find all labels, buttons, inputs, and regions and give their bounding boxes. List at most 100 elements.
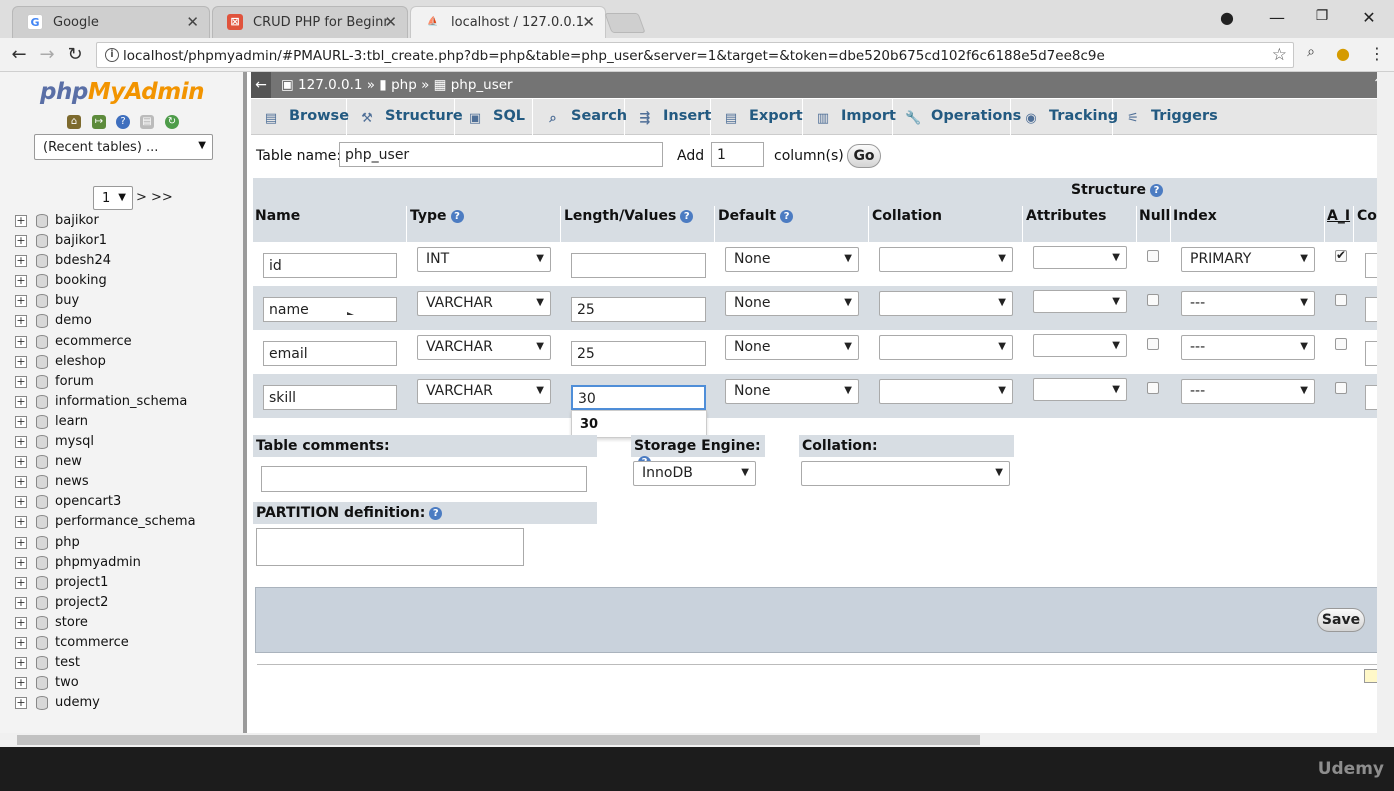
column-collation-select[interactable]: ▼ [879,335,1013,360]
database-name[interactable]: php [55,535,80,550]
expand-icon[interactable]: + [15,677,27,690]
database-item[interactable]: + buy [15,292,243,312]
close-window-button[interactable]: ✕ [1354,8,1384,27]
database-name[interactable]: ecommerce [55,334,132,349]
database-item[interactable]: + news [15,473,243,493]
help-icon[interactable]: ? [450,210,464,223]
database-name[interactable]: store [55,615,88,630]
database-item[interactable]: + two [15,674,243,694]
autocomplete-suggestion[interactable]: 30 [571,410,707,438]
minimize-button[interactable]: — [1262,8,1292,27]
column-length-input[interactable]: 25 [571,297,706,322]
refresh-icon[interactable]: ↻ [165,115,179,129]
database-name[interactable]: two [55,675,79,690]
new-tab-button[interactable] [604,13,646,33]
column-null-checkbox[interactable] [1147,250,1159,262]
database-name[interactable]: bajikor1 [55,233,107,248]
phpmyadmin-logo[interactable]: phpMyAdmin [40,79,204,105]
database-item[interactable]: + udemy [15,694,243,714]
database-name[interactable]: tcommerce [55,635,129,650]
column-name-input[interactable]: email [263,341,397,366]
page-next-links[interactable]: > >> [136,190,173,205]
expand-icon[interactable]: + [15,516,27,529]
database-item[interactable]: + learn [15,413,243,433]
database-item[interactable]: + bdesh24 [15,252,243,272]
database-name[interactable]: test [55,655,80,670]
column-ai-checkbox[interactable] [1335,382,1347,394]
column-attributes-select[interactable]: ▼ [1033,378,1127,401]
column-length-input[interactable] [571,253,706,278]
database-name[interactable]: booking [55,273,107,288]
expand-icon[interactable]: + [15,395,27,408]
column-length-input[interactable]: 30 [571,385,706,410]
tab-search[interactable]: ⌕ Search [533,99,627,135]
tab-insert[interactable]: ⇶ Insert [625,99,711,135]
database-name[interactable]: new [55,454,82,469]
database-item[interactable]: + phpmyadmin [15,554,243,574]
database-name[interactable]: performance_schema [55,514,196,529]
database-name[interactable]: mysql [55,434,94,449]
column-name-input[interactable]: name [263,297,397,322]
column-type-select[interactable]: VARCHAR ▼ [417,335,551,360]
database-item[interactable]: + project2 [15,594,243,614]
tab-sql[interactable]: ▣ SQL [455,99,533,135]
expand-icon[interactable]: + [15,215,27,227]
scrollbar-thumb[interactable] [17,735,980,745]
profile-icon[interactable]: ● [1212,8,1242,27]
help-icon[interactable]: ? [429,507,443,520]
save-button[interactable]: Save [1317,608,1365,632]
add-count-input[interactable]: 1 [711,142,764,167]
expand-icon[interactable]: + [15,616,27,629]
expand-icon[interactable]: + [15,476,27,489]
back-arrow-icon[interactable]: ← [8,44,30,65]
url-field[interactable]: i localhost/phpmyadmin/#PMAURL-3:tbl_cre… [96,42,1294,68]
breadcrumb-db[interactable]: php [391,77,417,93]
restore-button[interactable]: ❐ [1307,8,1337,24]
expand-icon[interactable]: + [15,636,27,649]
database-name[interactable]: opencart3 [55,494,121,509]
close-icon[interactable]: ✕ [186,13,199,31]
column-null-checkbox[interactable] [1147,382,1159,394]
storage-engine-select[interactable]: InnoDB ▼ [633,461,756,486]
database-item[interactable]: + mysql [15,433,243,453]
database-name[interactable]: forum [55,374,94,389]
expand-icon[interactable]: + [15,415,27,428]
expand-icon[interactable]: + [15,295,27,308]
column-attributes-select[interactable]: ▼ [1033,290,1127,313]
expand-icon[interactable]: + [15,375,27,388]
database-name[interactable]: eleshop [55,354,106,369]
column-ai-checkbox[interactable] [1335,294,1347,306]
column-attributes-select[interactable]: ▼ [1033,334,1127,357]
note-icon[interactable] [1364,669,1378,683]
column-ai-checkbox[interactable] [1335,338,1347,350]
database-item[interactable]: + demo [15,312,243,332]
column-collation-select[interactable]: ▼ [879,291,1013,316]
column-attributes-select[interactable]: ▼ [1033,246,1127,269]
expand-icon[interactable]: + [15,576,27,589]
expand-icon[interactable]: + [15,657,27,670]
expand-icon[interactable]: + [15,355,27,368]
database-item[interactable]: + bajikor [15,212,243,232]
expand-icon[interactable]: + [15,335,27,348]
tab-browse[interactable]: ▤ Browse [251,99,349,135]
table-collation-select[interactable]: ▼ [801,461,1010,486]
logout-icon[interactable]: ↦ [92,115,106,129]
database-item[interactable]: + store [15,614,243,634]
breadcrumb-server[interactable]: 127.0.0.1 [298,77,362,93]
column-index-select[interactable]: --- ▼ [1181,291,1315,316]
browser-tab-crud[interactable]: ⊠ CRUD PHP for Beginners ✕ [212,6,408,38]
expand-icon[interactable]: + [15,536,27,549]
collapse-nav-icon[interactable]: ← [251,72,271,98]
database-item[interactable]: + ecommerce [15,333,243,353]
database-item[interactable]: + eleshop [15,353,243,373]
close-icon[interactable]: ✕ [582,13,595,31]
column-index-select[interactable]: PRIMARY ▼ [1181,247,1315,272]
column-default-select[interactable]: None ▼ [725,379,859,404]
partition-textarea[interactable] [256,528,524,566]
page-select[interactable]: 1 ▼ [93,186,133,210]
extension-icon[interactable]: ● [1332,44,1354,63]
database-name[interactable]: project2 [55,595,108,610]
database-item[interactable]: + booking [15,272,243,292]
reload-icon[interactable]: ↻ [64,44,86,65]
info-icon[interactable]: i [105,48,119,62]
